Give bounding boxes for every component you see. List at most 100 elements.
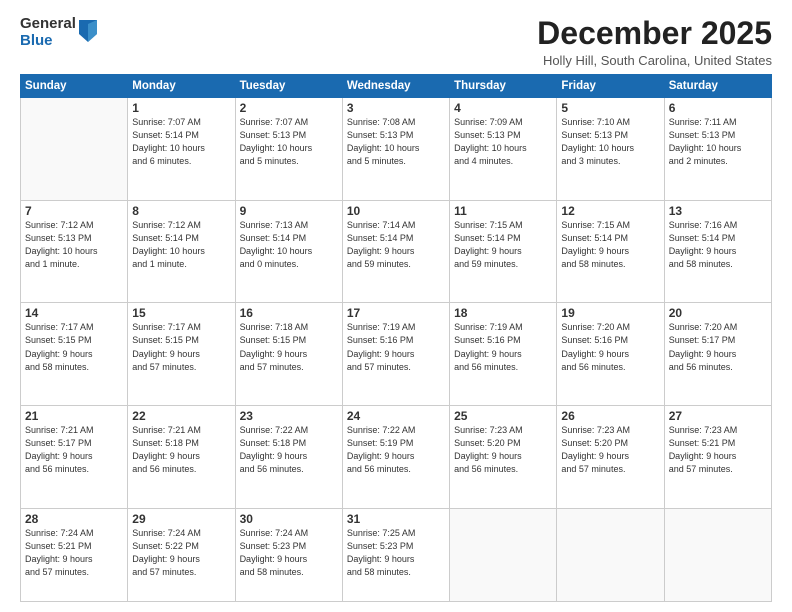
- col-sunday: Sunday: [21, 75, 128, 98]
- day-info: Sunrise: 7:07 AM Sunset: 5:14 PM Dayligh…: [132, 116, 230, 168]
- day-info: Sunrise: 7:19 AM Sunset: 5:16 PM Dayligh…: [347, 321, 445, 373]
- day-number: 7: [25, 204, 123, 218]
- logo-icon: [79, 20, 97, 42]
- day-number: 28: [25, 512, 123, 526]
- table-row: 25Sunrise: 7:23 AM Sunset: 5:20 PM Dayli…: [450, 406, 557, 509]
- day-info: Sunrise: 7:20 AM Sunset: 5:17 PM Dayligh…: [669, 321, 767, 373]
- day-number: 4: [454, 101, 552, 115]
- table-row: [557, 508, 664, 601]
- logo-blue: Blue: [20, 33, 76, 50]
- day-number: 21: [25, 409, 123, 423]
- title-section: December 2025 Holly Hill, South Carolina…: [537, 16, 772, 68]
- table-row: 31Sunrise: 7:25 AM Sunset: 5:23 PM Dayli…: [342, 508, 449, 601]
- day-number: 22: [132, 409, 230, 423]
- col-monday: Monday: [128, 75, 235, 98]
- day-number: 16: [240, 306, 338, 320]
- table-row: 26Sunrise: 7:23 AM Sunset: 5:20 PM Dayli…: [557, 406, 664, 509]
- logo-text: General Blue: [20, 16, 76, 49]
- table-row: 14Sunrise: 7:17 AM Sunset: 5:15 PM Dayli…: [21, 303, 128, 406]
- day-number: 11: [454, 204, 552, 218]
- day-info: Sunrise: 7:23 AM Sunset: 5:20 PM Dayligh…: [561, 424, 659, 476]
- day-info: Sunrise: 7:19 AM Sunset: 5:16 PM Dayligh…: [454, 321, 552, 373]
- table-row: 29Sunrise: 7:24 AM Sunset: 5:22 PM Dayli…: [128, 508, 235, 601]
- day-info: Sunrise: 7:09 AM Sunset: 5:13 PM Dayligh…: [454, 116, 552, 168]
- table-row: [664, 508, 771, 601]
- day-info: Sunrise: 7:22 AM Sunset: 5:18 PM Dayligh…: [240, 424, 338, 476]
- table-row: 21Sunrise: 7:21 AM Sunset: 5:17 PM Dayli…: [21, 406, 128, 509]
- table-row: 9Sunrise: 7:13 AM Sunset: 5:14 PM Daylig…: [235, 200, 342, 303]
- day-number: 18: [454, 306, 552, 320]
- day-info: Sunrise: 7:15 AM Sunset: 5:14 PM Dayligh…: [454, 219, 552, 271]
- day-number: 26: [561, 409, 659, 423]
- table-row: 17Sunrise: 7:19 AM Sunset: 5:16 PM Dayli…: [342, 303, 449, 406]
- table-row: 7Sunrise: 7:12 AM Sunset: 5:13 PM Daylig…: [21, 200, 128, 303]
- table-row: 16Sunrise: 7:18 AM Sunset: 5:15 PM Dayli…: [235, 303, 342, 406]
- day-info: Sunrise: 7:17 AM Sunset: 5:15 PM Dayligh…: [25, 321, 123, 373]
- table-row: [21, 98, 128, 201]
- day-info: Sunrise: 7:15 AM Sunset: 5:14 PM Dayligh…: [561, 219, 659, 271]
- table-row: 20Sunrise: 7:20 AM Sunset: 5:17 PM Dayli…: [664, 303, 771, 406]
- table-row: 1Sunrise: 7:07 AM Sunset: 5:14 PM Daylig…: [128, 98, 235, 201]
- col-wednesday: Wednesday: [342, 75, 449, 98]
- day-number: 6: [669, 101, 767, 115]
- table-row: 12Sunrise: 7:15 AM Sunset: 5:14 PM Dayli…: [557, 200, 664, 303]
- day-info: Sunrise: 7:11 AM Sunset: 5:13 PM Dayligh…: [669, 116, 767, 168]
- day-info: Sunrise: 7:10 AM Sunset: 5:13 PM Dayligh…: [561, 116, 659, 168]
- day-number: 3: [347, 101, 445, 115]
- day-number: 27: [669, 409, 767, 423]
- day-info: Sunrise: 7:12 AM Sunset: 5:14 PM Dayligh…: [132, 219, 230, 271]
- day-info: Sunrise: 7:24 AM Sunset: 5:21 PM Dayligh…: [25, 527, 123, 579]
- table-row: 10Sunrise: 7:14 AM Sunset: 5:14 PM Dayli…: [342, 200, 449, 303]
- logo: General Blue: [20, 16, 97, 49]
- table-row: 4Sunrise: 7:09 AM Sunset: 5:13 PM Daylig…: [450, 98, 557, 201]
- col-saturday: Saturday: [664, 75, 771, 98]
- day-info: Sunrise: 7:23 AM Sunset: 5:20 PM Dayligh…: [454, 424, 552, 476]
- logo-general: General: [20, 16, 76, 33]
- day-info: Sunrise: 7:17 AM Sunset: 5:15 PM Dayligh…: [132, 321, 230, 373]
- table-row: 18Sunrise: 7:19 AM Sunset: 5:16 PM Dayli…: [450, 303, 557, 406]
- day-number: 23: [240, 409, 338, 423]
- day-number: 24: [347, 409, 445, 423]
- day-number: 2: [240, 101, 338, 115]
- day-number: 29: [132, 512, 230, 526]
- table-row: 30Sunrise: 7:24 AM Sunset: 5:23 PM Dayli…: [235, 508, 342, 601]
- day-info: Sunrise: 7:23 AM Sunset: 5:21 PM Dayligh…: [669, 424, 767, 476]
- day-number: 1: [132, 101, 230, 115]
- day-number: 30: [240, 512, 338, 526]
- location: Holly Hill, South Carolina, United State…: [537, 53, 772, 68]
- page: General Blue December 2025 Holly Hill, S…: [0, 0, 792, 612]
- day-info: Sunrise: 7:07 AM Sunset: 5:13 PM Dayligh…: [240, 116, 338, 168]
- table-row: 27Sunrise: 7:23 AM Sunset: 5:21 PM Dayli…: [664, 406, 771, 509]
- day-number: 8: [132, 204, 230, 218]
- day-info: Sunrise: 7:08 AM Sunset: 5:13 PM Dayligh…: [347, 116, 445, 168]
- day-number: 25: [454, 409, 552, 423]
- day-number: 19: [561, 306, 659, 320]
- table-row: 8Sunrise: 7:12 AM Sunset: 5:14 PM Daylig…: [128, 200, 235, 303]
- table-row: 15Sunrise: 7:17 AM Sunset: 5:15 PM Dayli…: [128, 303, 235, 406]
- day-info: Sunrise: 7:24 AM Sunset: 5:23 PM Dayligh…: [240, 527, 338, 579]
- table-row: 24Sunrise: 7:22 AM Sunset: 5:19 PM Dayli…: [342, 406, 449, 509]
- day-number: 17: [347, 306, 445, 320]
- day-number: 31: [347, 512, 445, 526]
- calendar-table: Sunday Monday Tuesday Wednesday Thursday…: [20, 74, 772, 602]
- table-row: 2Sunrise: 7:07 AM Sunset: 5:13 PM Daylig…: [235, 98, 342, 201]
- day-info: Sunrise: 7:12 AM Sunset: 5:13 PM Dayligh…: [25, 219, 123, 271]
- day-number: 15: [132, 306, 230, 320]
- day-info: Sunrise: 7:24 AM Sunset: 5:22 PM Dayligh…: [132, 527, 230, 579]
- table-row: [450, 508, 557, 601]
- table-row: 3Sunrise: 7:08 AM Sunset: 5:13 PM Daylig…: [342, 98, 449, 201]
- day-number: 20: [669, 306, 767, 320]
- day-info: Sunrise: 7:13 AM Sunset: 5:14 PM Dayligh…: [240, 219, 338, 271]
- col-thursday: Thursday: [450, 75, 557, 98]
- table-row: 19Sunrise: 7:20 AM Sunset: 5:16 PM Dayli…: [557, 303, 664, 406]
- day-info: Sunrise: 7:21 AM Sunset: 5:17 PM Dayligh…: [25, 424, 123, 476]
- header-row: Sunday Monday Tuesday Wednesday Thursday…: [21, 75, 772, 98]
- day-info: Sunrise: 7:16 AM Sunset: 5:14 PM Dayligh…: [669, 219, 767, 271]
- day-info: Sunrise: 7:21 AM Sunset: 5:18 PM Dayligh…: [132, 424, 230, 476]
- day-number: 13: [669, 204, 767, 218]
- day-info: Sunrise: 7:14 AM Sunset: 5:14 PM Dayligh…: [347, 219, 445, 271]
- day-number: 14: [25, 306, 123, 320]
- col-tuesday: Tuesday: [235, 75, 342, 98]
- col-friday: Friday: [557, 75, 664, 98]
- month-title: December 2025: [537, 16, 772, 51]
